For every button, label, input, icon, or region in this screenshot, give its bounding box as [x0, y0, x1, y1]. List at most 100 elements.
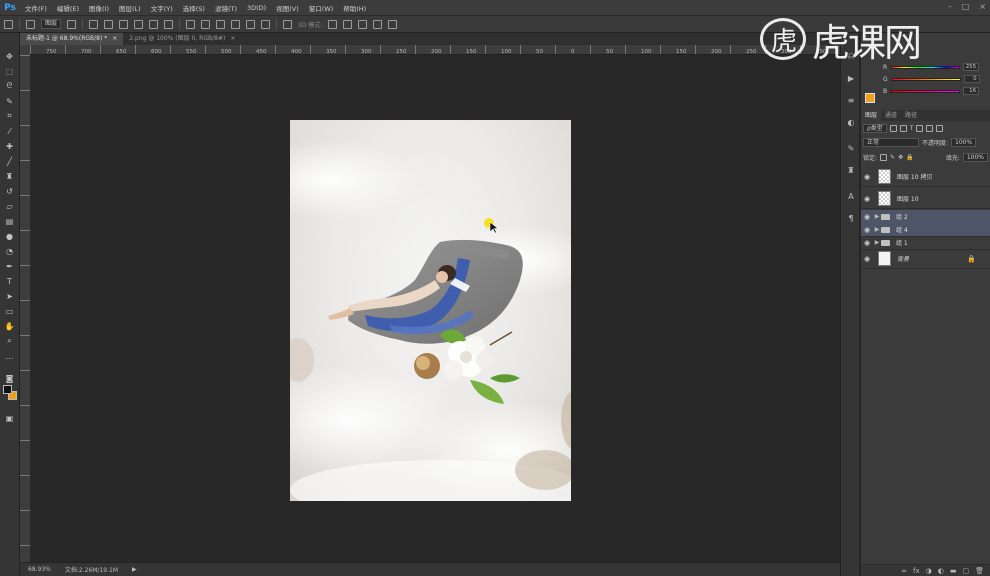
layer-group-row[interactable]: ◉ ▶ 组 2	[861, 210, 990, 224]
clone-stamp-tool-icon[interactable]: ♜	[4, 171, 15, 181]
auto-select-checkbox[interactable]	[26, 19, 35, 29]
new-layer-icon[interactable]: ▢	[962, 567, 969, 575]
distribute-bottom-icon[interactable]	[216, 19, 226, 29]
g-slider[interactable]	[890, 77, 961, 81]
filter-kind-dropdown[interactable]: ρ类型	[863, 124, 887, 133]
brush-panel-icon[interactable]: ✎	[846, 143, 856, 153]
document-canvas[interactable]	[290, 120, 571, 501]
3d-roll-icon[interactable]	[343, 19, 353, 29]
layer-row[interactable]: ◉ 图层 10	[861, 189, 990, 209]
fill-field[interactable]: 100%	[962, 153, 988, 162]
history-brush-tool-icon[interactable]: ↺	[4, 186, 15, 196]
lock-transparent-icon[interactable]	[880, 154, 888, 161]
align-left-icon[interactable]	[134, 19, 144, 29]
expand-caret-icon[interactable]: ▶	[873, 239, 881, 246]
tab-document-1[interactable]: 未标题-1 @ 68.9%(RGB/8) * ×	[20, 33, 124, 45]
foreground-color-swatch[interactable]	[3, 385, 12, 394]
eraser-tool-icon[interactable]: ▱	[4, 201, 15, 211]
layer-row-background[interactable]: ◉ 背景 🔒	[861, 249, 990, 269]
zoom-level[interactable]: 68.93%	[28, 566, 51, 573]
zoom-tool-icon[interactable]: ⌕	[4, 336, 15, 346]
properties-panel-icon[interactable]: ≡	[846, 95, 856, 105]
type-tool-icon[interactable]: T	[4, 276, 15, 286]
document-size[interactable]: 文档:2.26M/19.1M	[65, 565, 118, 574]
visibility-eye-icon[interactable]: ◉	[861, 255, 873, 263]
menu-edit[interactable]: 编辑(E)	[52, 3, 84, 13]
tab-paths[interactable]: 路径	[901, 110, 921, 121]
path-select-tool-icon[interactable]: ➤	[4, 291, 15, 301]
paragraph-panel-icon[interactable]: ¶	[846, 213, 856, 223]
eyedropper-tool-icon[interactable]: ⁄	[4, 126, 15, 136]
distribute-top-icon[interactable]	[186, 19, 196, 29]
menu-type[interactable]: 文字(Y)	[146, 3, 178, 13]
minimize-icon[interactable]: –	[948, 2, 952, 11]
3d-slide-icon[interactable]	[373, 19, 383, 29]
blend-mode-dropdown[interactable]: 正常	[863, 138, 919, 147]
expand-caret-icon[interactable]: ▶	[873, 226, 881, 233]
blur-tool-icon[interactable]: ●	[4, 231, 15, 241]
distribute-vcenter-icon[interactable]	[201, 19, 211, 29]
character-panel-icon[interactable]: A	[846, 191, 856, 201]
filter-adjust-icon[interactable]	[899, 125, 907, 132]
clone-source-panel-icon[interactable]: ♜	[846, 165, 856, 175]
distribute-left-icon[interactable]	[231, 19, 241, 29]
move-tool-icon[interactable]: ✥	[4, 51, 15, 61]
visibility-eye-icon[interactable]: ◉	[861, 195, 873, 203]
new-group-icon[interactable]: ▬	[950, 567, 957, 575]
delete-layer-icon[interactable]: 🗑	[975, 567, 984, 575]
crop-tool-icon[interactable]: ⌗	[4, 111, 15, 121]
align-bottom-icon[interactable]	[119, 19, 129, 29]
menu-view[interactable]: 视图(V)	[271, 3, 304, 13]
distribute-right-icon[interactable]	[261, 19, 271, 29]
maximize-icon[interactable]: □	[962, 2, 970, 11]
filter-smart-icon[interactable]	[926, 125, 934, 132]
hand-tool-icon[interactable]: ✋	[4, 321, 15, 331]
auto-select-dropdown[interactable]: 图层	[41, 19, 62, 29]
more-tools-icon[interactable]: …	[4, 351, 15, 361]
actions-panel-icon[interactable]: ▶	[846, 73, 856, 83]
ruler-origin[interactable]	[20, 45, 30, 55]
brush-tool-icon[interactable]: ╱	[4, 156, 15, 166]
menu-image[interactable]: 图像(I)	[84, 3, 114, 13]
ruler-horizontal[interactable]: 750 700 650 600 550 500 450 400 350 300 250 200 150 1…	[30, 45, 840, 55]
color-swatch[interactable]	[865, 93, 875, 103]
menu-layer[interactable]: 图层(L)	[114, 3, 146, 13]
menu-file[interactable]: 文件(F)	[20, 3, 52, 13]
lock-position-icon[interactable]: ✥	[898, 154, 903, 161]
tab-document-2[interactable]: 2.png @ 100% (图层 0, RGB/8#) ×	[123, 33, 241, 45]
ruler-vertical[interactable]	[20, 55, 30, 562]
healing-tool-icon[interactable]: ✚	[4, 141, 15, 151]
visibility-eye-icon[interactable]: ◉	[861, 213, 873, 221]
pen-tool-icon[interactable]: ✒	[4, 261, 15, 271]
expand-caret-icon[interactable]: ▶	[873, 213, 881, 220]
visibility-eye-icon[interactable]: ◉	[861, 226, 873, 234]
3d-drag-icon[interactable]	[358, 19, 368, 29]
transform-controls-checkbox[interactable]	[67, 19, 77, 29]
align-hcenter-icon[interactable]	[149, 19, 159, 29]
g-value-field[interactable]: 0	[963, 75, 980, 83]
link-layers-icon[interactable]: ∞	[901, 567, 907, 575]
visibility-eye-icon[interactable]: ◉	[861, 239, 873, 247]
move-tool-icon[interactable]	[4, 19, 13, 29]
lock-pixels-icon[interactable]: ✎	[890, 154, 895, 161]
adjustments-panel-icon[interactable]: ◐	[846, 117, 856, 127]
shape-tool-icon[interactable]: ▭	[4, 306, 15, 316]
tab-close-icon[interactable]: ×	[230, 33, 235, 45]
tab-layers[interactable]: 图层	[861, 110, 882, 121]
menu-filter[interactable]: 滤镜(T)	[210, 3, 242, 13]
menu-select[interactable]: 选择(S)	[178, 3, 210, 13]
dodge-tool-icon[interactable]: ◔	[4, 246, 15, 256]
quick-mask-icon[interactable]: ◙	[4, 373, 15, 383]
auto-align-icon[interactable]	[283, 19, 293, 29]
close-icon[interactable]: ×	[979, 2, 986, 11]
screen-mode-icon[interactable]: ▣	[4, 413, 15, 423]
b-value-field[interactable]: 16	[963, 87, 980, 95]
3d-rotate-icon[interactable]	[328, 19, 338, 29]
visibility-eye-icon[interactable]: ◉	[861, 173, 873, 181]
align-top-icon[interactable]	[89, 19, 99, 29]
gradient-tool-icon[interactable]: ▤	[4, 216, 15, 226]
align-right-icon[interactable]	[164, 19, 174, 29]
lock-all-icon[interactable]: 🔒	[906, 154, 913, 161]
tab-channels[interactable]: 通道	[881, 110, 901, 121]
align-vcenter-icon[interactable]	[104, 19, 114, 29]
